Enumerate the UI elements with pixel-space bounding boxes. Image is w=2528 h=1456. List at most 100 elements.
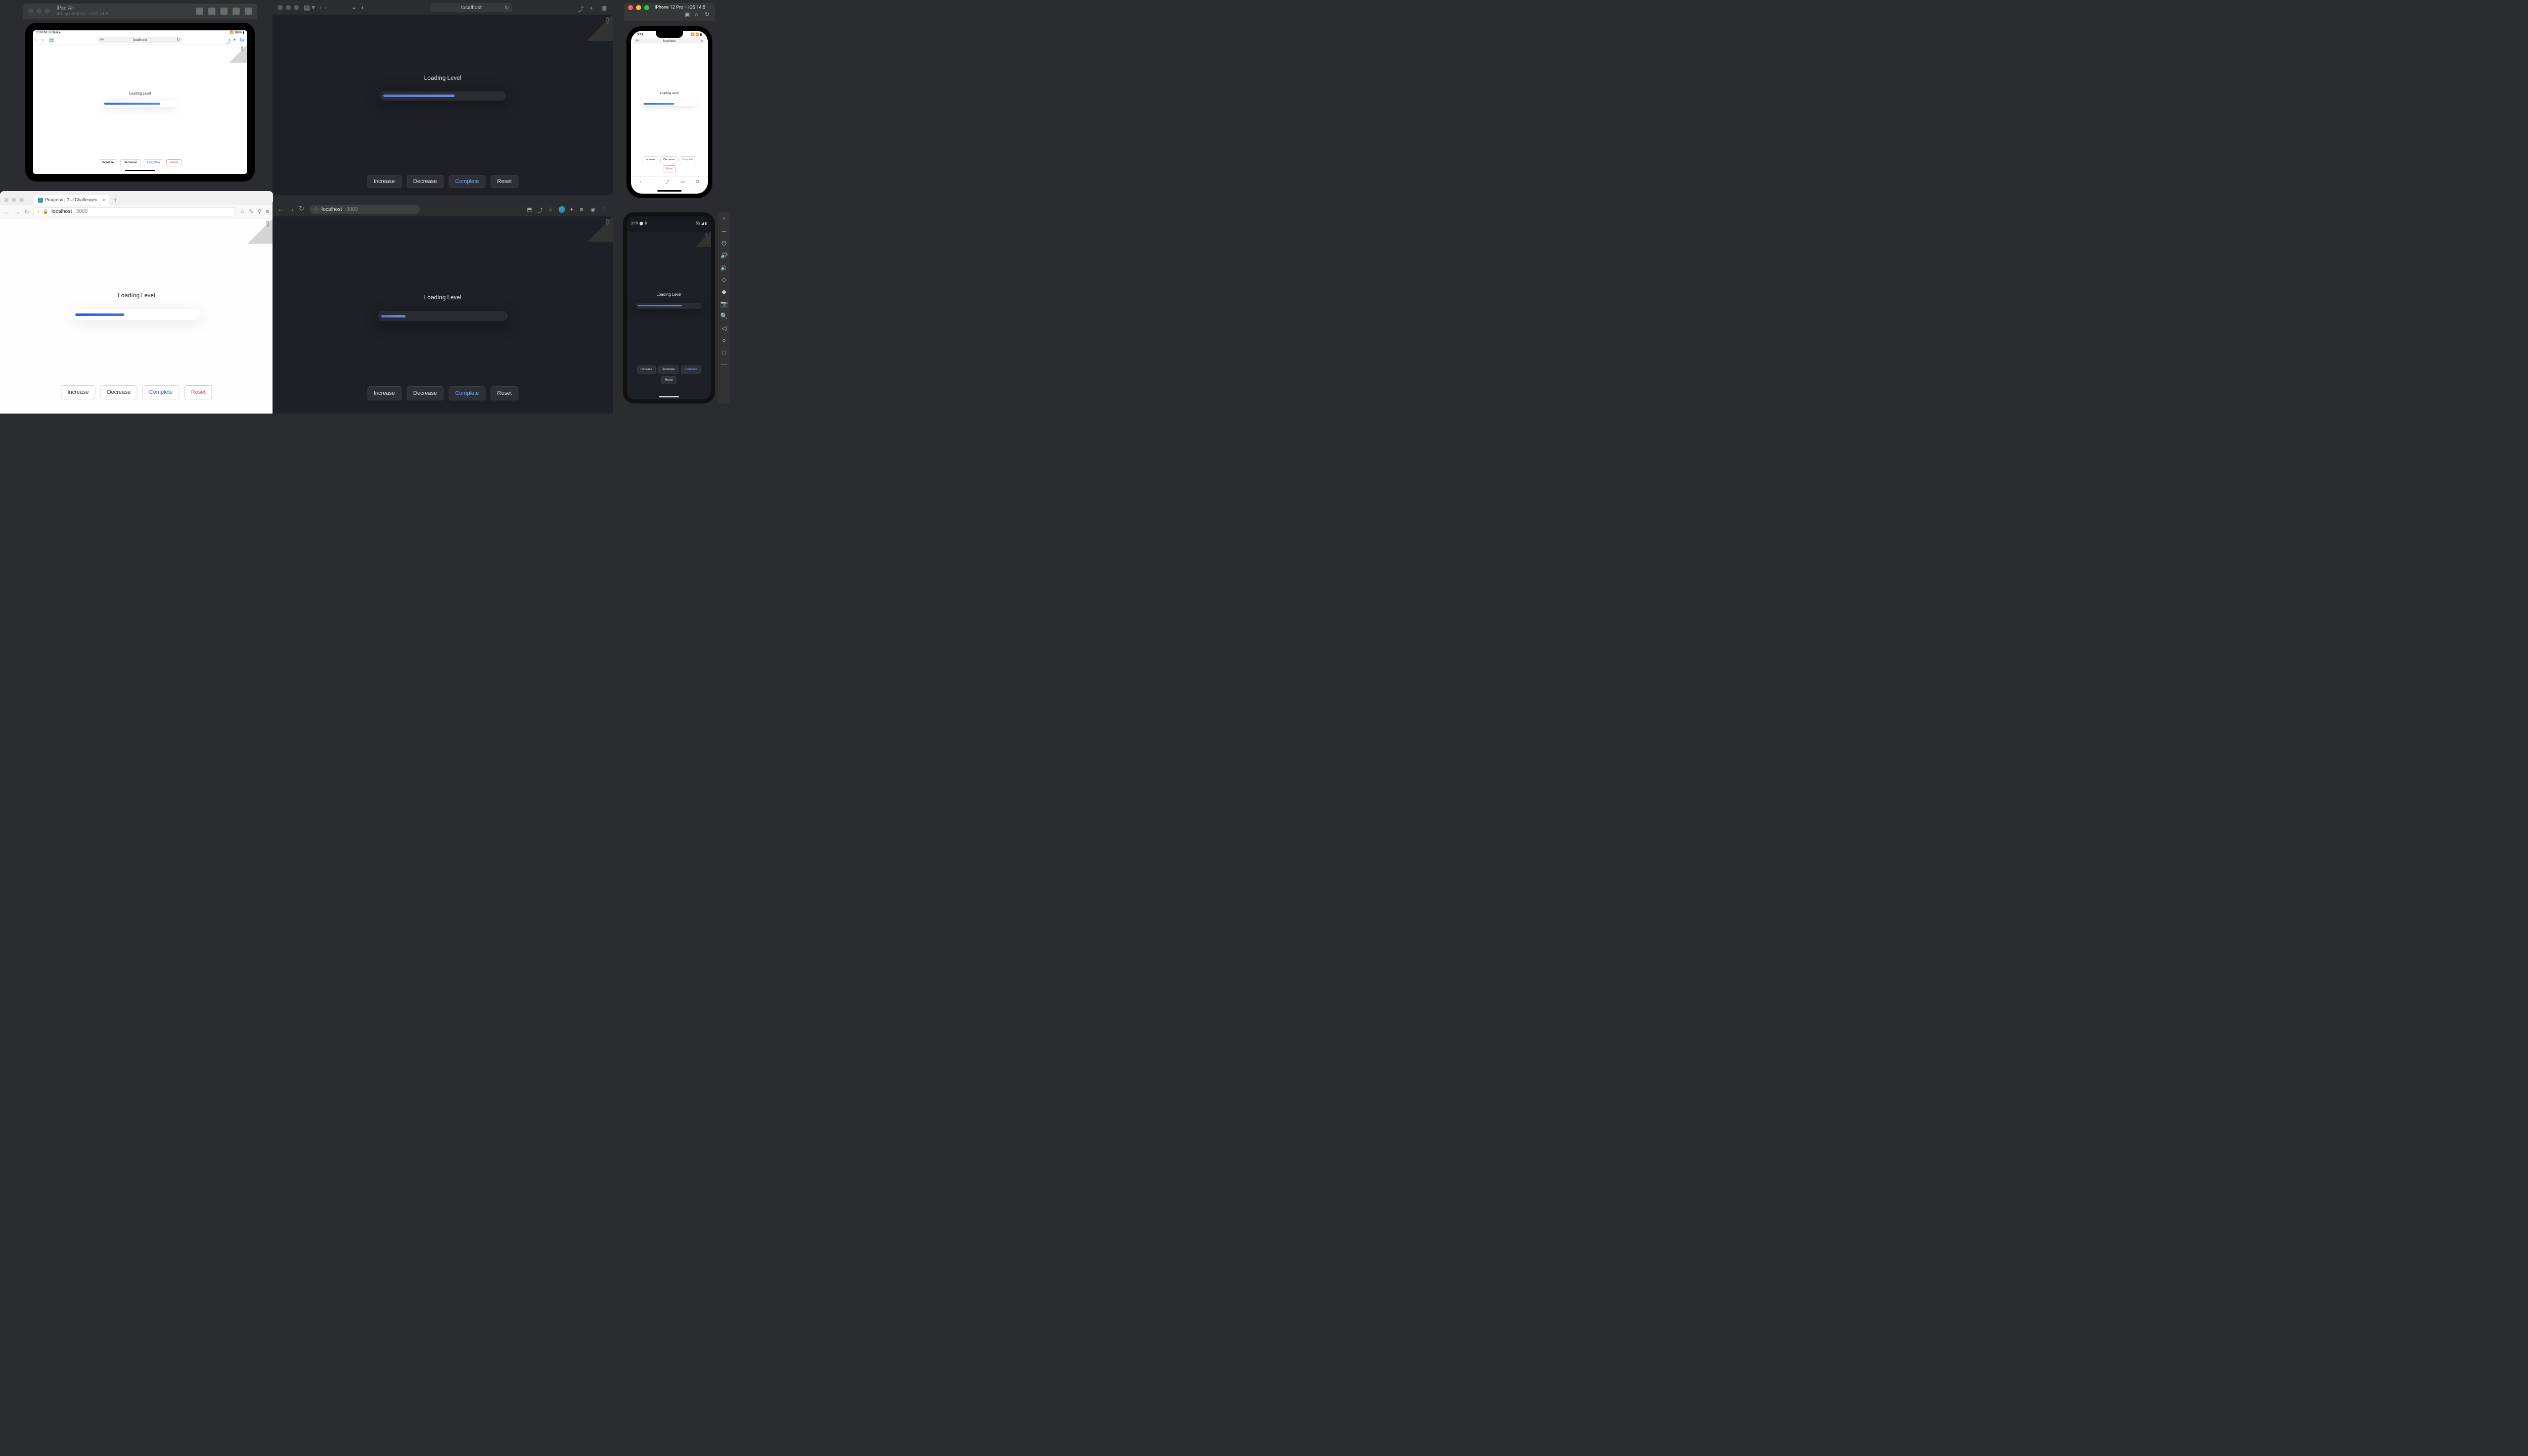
sim-rotate-icon[interactable]: ↻ [705,11,711,17]
sidebar-icon[interactable]: ▤ [49,37,54,42]
share-icon[interactable]: ⤴ [665,178,669,185]
back-icon[interactable]: ‹ [640,179,641,185]
reload-icon[interactable]: ↻ [701,39,703,43]
complete-button[interactable]: Complete [144,159,164,166]
complete-button[interactable]: Complete [448,175,485,188]
complete-button[interactable]: Complete [680,156,696,163]
extensions-icon[interactable]: ✦ [569,206,576,213]
appearance-icon[interactable]: ◐ [361,4,365,12]
new-tab-icon[interactable]: + [233,37,238,42]
menu-icon[interactable]: ⋮ [601,206,608,213]
back-nav-icon[interactable]: ◁ [720,325,728,332]
safari-url-field[interactable]: localhost ↻ [431,3,512,12]
reload-icon[interactable]: ↻ [299,205,304,213]
share-icon[interactable]: ⤴ [226,37,231,42]
decrease-button[interactable]: Decrease [120,159,141,166]
increase-button[interactable]: Increase [637,366,656,374]
aa-button[interactable]: AA [636,39,639,42]
iphone-sim-titlebar[interactable]: iPhone 12 Pro – iOS 14.5 ▣ ⌂ ↻ [624,3,715,21]
menu-icon[interactable]: ≡ [266,208,269,215]
ipad-sim-titlebar[interactable]: iPad Air 4th generation – iOS 14.5 [23,4,257,19]
iphone-url-field[interactable]: AA localhost ↻ [634,38,705,43]
reset-button[interactable]: Reset [166,159,182,166]
shield-icon[interactable]: ◒ [352,4,356,12]
share-icon[interactable]: ⤴ [537,206,544,213]
bookmark-star-icon[interactable]: ☆ [548,206,555,213]
more-icon[interactable]: ⋯ [720,361,728,368]
complete-button[interactable]: Complete [681,366,701,374]
rotate-left-icon[interactable]: ◇ [720,276,728,283]
volume-up-icon[interactable]: 🔊 [720,252,728,259]
sim-rotate-icon[interactable] [245,8,252,15]
extension-icon[interactable] [559,206,565,213]
browser-tab[interactable]: Progress | GUI Challenges × [34,195,109,205]
bookmark-star-icon[interactable]: ☆ [240,208,245,215]
decrease-button[interactable]: Decrease [101,385,138,399]
reload-icon[interactable]: ↻ [504,5,509,11]
decrease-button[interactable]: Decrease [407,175,443,188]
shield-icon[interactable]: ○ [37,209,39,214]
increase-button[interactable]: Increase [367,386,401,400]
reset-button[interactable]: Reset [663,165,675,172]
reload-icon[interactable]: ↻ [24,208,29,215]
increase-button[interactable]: Increase [643,156,658,163]
sim-tool-icon[interactable] [196,8,203,15]
volume-down-icon[interactable]: 🔉 [720,264,728,271]
traffic-lights[interactable] [278,5,299,10]
power-icon[interactable]: ⏻ [720,240,728,247]
tabs-icon[interactable]: ⧉ [696,179,699,185]
sim-tool-icon[interactable] [208,8,215,15]
traffic-lights[interactable] [28,9,50,14]
back-icon[interactable]: ← [278,205,284,213]
decrease-button[interactable]: Decrease [407,386,443,400]
share-icon[interactable]: ⤴ [578,5,584,11]
traffic-lights[interactable] [628,5,649,10]
reset-button[interactable]: Reset [661,376,676,384]
overview-nav-icon[interactable]: □ [720,349,728,356]
increase-button[interactable]: Increase [61,385,95,399]
home-nav-icon[interactable]: ○ [720,337,728,344]
back-icon[interactable]: ‹ [320,4,322,11]
firefox-url-field[interactable]: ○ 🔒 localhost:3000 [33,207,236,216]
reload-icon[interactable]: ↻ [176,37,180,42]
zoom-icon[interactable]: 🔍 [720,312,728,320]
close-tab-icon[interactable]: × [102,198,105,203]
close-emulator-icon[interactable]: × [720,215,728,222]
complete-button[interactable]: Complete [448,386,485,400]
android-navbar[interactable] [659,396,679,397]
sim-home-icon[interactable] [233,8,240,15]
pin-icon[interactable]: ⚲ [258,208,262,215]
lock-icon[interactable]: 🔒 [43,209,49,214]
forward-icon[interactable]: › [325,4,327,11]
aa-button[interactable]: AA [100,38,104,41]
install-icon[interactable]: ⬒ [527,206,533,213]
sidebar-icon[interactable]: ▤ ▾ [304,4,315,12]
traffic-lights[interactable] [4,198,24,202]
profile-avatar-icon[interactable]: ◉ [591,206,597,213]
decrease-button[interactable]: Decrease [660,156,677,163]
forward-icon[interactable]: → [288,205,295,213]
home-indicator[interactable] [125,170,155,171]
back-icon[interactable]: ‹ [35,37,40,42]
forward-icon[interactable]: › [42,37,47,42]
new-tab-icon[interactable]: + [590,5,596,11]
new-tab-icon[interactable]: + [113,196,117,204]
reset-button[interactable]: Reset [185,385,212,399]
site-info-icon[interactable]: ⓘ [313,206,319,213]
reset-button[interactable]: Reset [490,386,518,400]
sim-screenshot-icon[interactable] [220,8,228,15]
tabs-icon[interactable]: ▦ [601,5,608,11]
home-indicator[interactable] [657,190,682,192]
screenshot-icon[interactable]: 📷 [720,300,728,307]
ipad-url-field[interactable]: AA localhost ↻ [98,37,182,43]
back-icon[interactable]: ← [4,208,10,215]
tabs-icon[interactable]: ⧉ [240,37,245,42]
forward-icon[interactable]: → [14,208,20,215]
reset-button[interactable]: Reset [490,175,518,188]
sim-screenshot-icon[interactable]: ▣ [685,11,691,17]
decrease-button[interactable]: Decrease [658,366,679,374]
bookmarks-icon[interactable]: ▭ [681,179,685,185]
chrome-url-field[interactable]: ⓘ localhost:3000 [309,205,420,214]
complete-button[interactable]: Complete [143,385,179,399]
increase-button[interactable]: Increase [99,159,117,166]
